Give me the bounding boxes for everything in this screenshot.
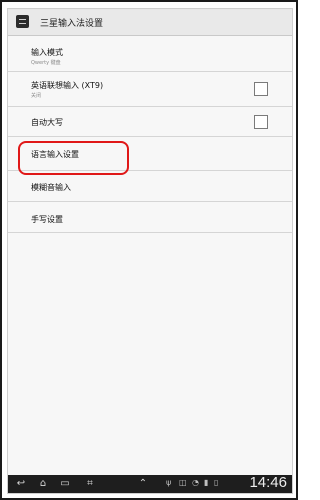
recent-apps-icon[interactable]: ▭ (58, 477, 72, 491)
setting-label: 输入模式 (31, 48, 63, 57)
setting-handwriting[interactable]: 手写设置 (8, 202, 292, 233)
auto-capitalization-checkbox[interactable] (254, 115, 268, 129)
setting-label: 模糊音输入 (31, 183, 71, 192)
xt9-checkbox[interactable] (254, 82, 268, 96)
page-title: 三星输入法设置 (40, 19, 104, 29)
back-icon[interactable]: ↩ (14, 477, 28, 491)
setting-fuzzy-pinyin[interactable]: 模糊音输入 (8, 171, 292, 202)
home-icon[interactable]: ⌂ (36, 477, 50, 491)
setting-label: 英语联想输入 (XT9) (31, 81, 104, 90)
wifi-icon: ◔ (192, 478, 199, 487)
battery-icon: ▯ (214, 478, 219, 487)
clock: 14:46 (249, 474, 287, 491)
highlight-box (18, 141, 129, 175)
signal-icon: ▮ (204, 478, 209, 487)
setting-label: 手写设置 (31, 215, 63, 224)
usb-icon: ψ (166, 478, 172, 487)
setting-input-mode[interactable]: 输入模式 Qwerty 键盘 (8, 36, 292, 72)
setting-summary: 关闭 (31, 93, 42, 99)
title-bar: 三星输入法设置 (8, 9, 292, 36)
screenshot-frame: 三星输入法设置 输入模式 Qwerty 键盘 英语联想输入 (XT9) 关闭 自… (0, 0, 298, 500)
system-navigation-bar: ↩ ⌂ ▭ ⌗ ⌃ ψ ◫ ◔ ▮ ▯ 14:46 (8, 474, 292, 493)
setting-auto-capitalization[interactable]: 自动大写 (8, 107, 292, 137)
menu-icon[interactable]: ⌃ (136, 477, 150, 491)
menu-icon[interactable] (16, 15, 29, 28)
screenshot-icon[interactable]: ⌗ (83, 477, 97, 491)
setting-xt9[interactable]: 英语联想输入 (XT9) 关闭 (8, 72, 292, 107)
setting-summary: Qwerty 键盘 (31, 60, 61, 66)
setting-label: 自动大写 (31, 118, 63, 127)
device-screen: 三星输入法设置 输入模式 Qwerty 键盘 英语联想输入 (XT9) 关闭 自… (7, 8, 293, 494)
notification-icon: ◫ (179, 478, 187, 487)
